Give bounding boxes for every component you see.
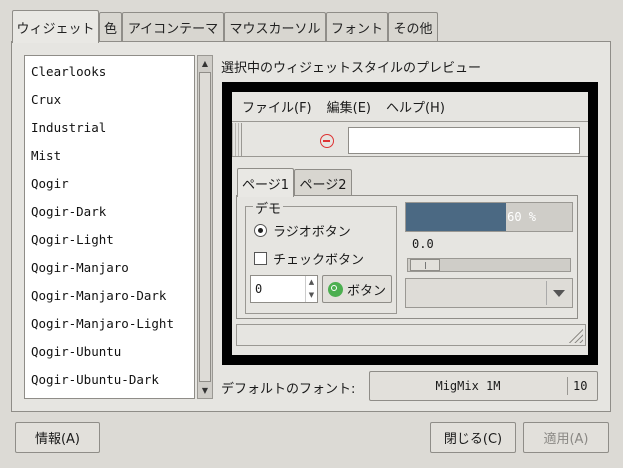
preview-menubar: ファイル(F) 編集(E) ヘルプ(H) bbox=[232, 92, 588, 122]
list-item[interactable]: Clearlooks bbox=[25, 58, 194, 86]
tab-label: アイコンテーマ bbox=[127, 21, 219, 37]
list-item[interactable]: Qogir-Light bbox=[25, 226, 194, 254]
preview-window: ファイル(F) 編集(E) ヘルプ(H) ページ1 ページ2 デモ ラジオボタン… bbox=[232, 92, 588, 355]
theme-list-scrollbar[interactable]: ▲ ▼ bbox=[197, 55, 213, 399]
demo-scale[interactable] bbox=[407, 258, 571, 272]
progress-text: 60 % bbox=[507, 210, 536, 224]
list-item[interactable]: Mist bbox=[25, 142, 194, 170]
tab-other[interactable]: その他 bbox=[388, 12, 438, 41]
toolbar-grip[interactable] bbox=[232, 123, 242, 156]
demo-check-button[interactable] bbox=[254, 252, 267, 265]
list-item[interactable]: Crux bbox=[25, 86, 194, 114]
remove-icon[interactable] bbox=[320, 134, 334, 148]
list-item[interactable]: Industrial bbox=[25, 114, 194, 142]
default-font-button[interactable]: MigMix 1M 10 bbox=[369, 371, 598, 401]
tab-label: 色 bbox=[104, 21, 118, 37]
tab-label: その他 bbox=[393, 21, 433, 37]
tab-color[interactable]: 色 bbox=[99, 12, 122, 41]
demo-button-label: ボタン bbox=[346, 283, 386, 299]
tab-page1[interactable]: ページ1 bbox=[237, 168, 294, 197]
menu-help[interactable]: ヘルプ(H) bbox=[386, 97, 445, 116]
scale-value: 0.0 bbox=[412, 237, 434, 251]
preview-notebook: デモ ラジオボタン チェックボタン 0 ▲ ▼ ボタン 60 % 0.0 bbox=[236, 195, 578, 319]
font-separator bbox=[567, 377, 568, 395]
demo-progress-bar: 60 % bbox=[405, 202, 573, 232]
demo-spin-button[interactable]: 0 ▲ ▼ bbox=[250, 275, 318, 303]
tab-widget[interactable]: ウィジェット bbox=[12, 10, 99, 43]
list-item[interactable]: Qogir-Manjaro-Dark bbox=[25, 282, 194, 310]
list-item[interactable]: Qogir-Manjaro-Light bbox=[25, 310, 194, 338]
tab-page2[interactable]: ページ2 bbox=[294, 169, 352, 196]
tab-label: ページ2 bbox=[299, 177, 347, 193]
menu-edit[interactable]: 編集(E) bbox=[327, 97, 371, 116]
preview-frame: ファイル(F) 編集(E) ヘルプ(H) ページ1 ページ2 デモ ラジオボタン… bbox=[222, 82, 598, 365]
demo-combo-box[interactable] bbox=[405, 278, 573, 308]
radio-label: ラジオボタン bbox=[273, 225, 351, 240]
apply-button[interactable]: 適用(A) bbox=[523, 422, 609, 453]
apply-button-label: 適用(A) bbox=[543, 432, 589, 447]
scale-slider[interactable] bbox=[410, 259, 440, 271]
font-size: 10 bbox=[573, 379, 588, 393]
search-icon bbox=[327, 281, 343, 297]
default-font-label: デフォルトのフォント: bbox=[221, 382, 356, 397]
list-item[interactable]: Qogir bbox=[25, 170, 194, 198]
list-item[interactable]: Qogir-Ubuntu-Dark bbox=[25, 366, 194, 394]
spin-down-icon[interactable]: ▼ bbox=[305, 289, 317, 302]
tab-font[interactable]: フォント bbox=[326, 12, 388, 41]
demo-frame-label: デモ bbox=[253, 198, 284, 217]
scroll-down-arrow-icon[interactable]: ▼ bbox=[199, 384, 211, 397]
menu-file[interactable]: ファイル(F) bbox=[242, 97, 312, 116]
tab-label: フォント bbox=[331, 21, 384, 37]
check-label: チェックボタン bbox=[273, 253, 365, 268]
preview-text-entry[interactable] bbox=[348, 127, 580, 154]
tab-label: ページ1 bbox=[241, 177, 289, 193]
tab-label: マウスカーソル bbox=[229, 21, 321, 37]
tab-label: ウィジェット bbox=[16, 21, 95, 37]
tab-icon-theme[interactable]: アイコンテーマ bbox=[122, 12, 224, 41]
close-button-label: 閉じる(C) bbox=[443, 432, 503, 447]
spin-up-icon[interactable]: ▲ bbox=[305, 276, 317, 289]
scrollbar-thumb[interactable] bbox=[199, 72, 211, 382]
preview-toolbar bbox=[232, 123, 588, 157]
demo-frame: デモ ラジオボタン チェックボタン 0 ▲ ▼ ボタン bbox=[245, 198, 397, 314]
close-button[interactable]: 閉じる(C) bbox=[430, 422, 516, 453]
tab-mouse-cursor[interactable]: マウスカーソル bbox=[224, 12, 326, 41]
resize-grip-icon[interactable] bbox=[567, 327, 583, 343]
font-name: MigMix 1M bbox=[435, 379, 501, 393]
list-item[interactable]: Qogir-Ubuntu bbox=[25, 338, 194, 366]
preview-label: 選択中のウィジェットスタイルのプレビュー bbox=[221, 61, 482, 76]
list-item[interactable]: Qogir-Dark bbox=[25, 198, 194, 226]
info-button[interactable]: 情報(A) bbox=[15, 422, 100, 453]
preview-statusbar bbox=[236, 324, 586, 346]
demo-button[interactable]: ボタン bbox=[322, 275, 392, 303]
scroll-up-arrow-icon[interactable]: ▲ bbox=[199, 57, 211, 70]
spin-value: 0 bbox=[255, 282, 263, 296]
chevron-down-icon[interactable] bbox=[546, 281, 570, 305]
theme-list[interactable]: Clearlooks Crux Industrial Mist Qogir Qo… bbox=[24, 55, 195, 399]
demo-radio-button[interactable] bbox=[254, 224, 267, 237]
list-item[interactable]: Qogir-Manjaro bbox=[25, 254, 194, 282]
info-button-label: 情報(A) bbox=[34, 432, 81, 447]
